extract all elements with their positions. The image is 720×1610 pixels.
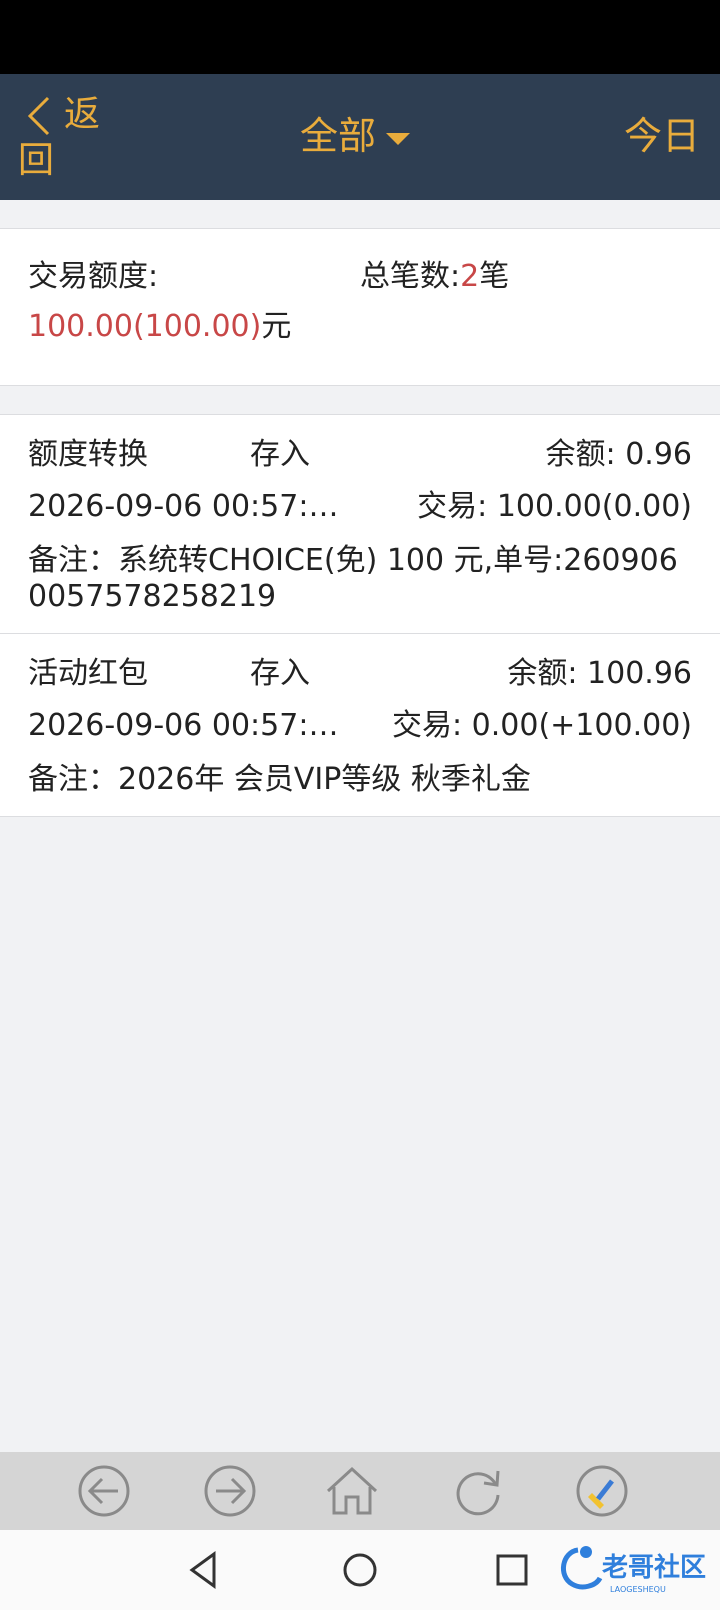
summary-panel: 交易额度: 100.00(100.00)元 总笔数:2笔 xyxy=(0,228,720,386)
count-value: 2 xyxy=(460,259,480,294)
record-note: 备注：系统转CHOICE(免) 100 元,单号:260906005757825… xyxy=(28,543,678,614)
refresh-icon[interactable] xyxy=(450,1463,506,1519)
record-note: 备注：2026年 会员VIP等级 秋季礼金 xyxy=(28,762,531,797)
amount-value: 100.00(100.00) xyxy=(28,309,262,344)
count-label: 总笔数: xyxy=(360,259,461,294)
brush-icon[interactable] xyxy=(574,1463,630,1519)
watermark-subtext: LAOGESHEQU xyxy=(610,1585,666,1594)
home-icon[interactable] xyxy=(324,1463,380,1519)
record-type: 活动红包 xyxy=(28,656,148,691)
filter-label: 全部 xyxy=(300,114,377,158)
count-line: 总笔数:2笔 xyxy=(360,257,509,297)
nav-home-icon[interactable] xyxy=(334,1544,386,1596)
status-bar xyxy=(0,0,720,74)
amount-unit: 元 xyxy=(261,309,292,344)
system-nav-bar: 老哥社区 LAOGESHEQU xyxy=(0,1530,720,1610)
amount-value-line: 100.00(100.00)元 xyxy=(28,307,291,347)
record-time: 2026-09-06 00:57:… xyxy=(28,489,339,524)
transaction-list: 额度转换 存入 余额: 0.96 2026-09-06 00:57:… 交易: … xyxy=(0,414,720,817)
record-trade: 交易: 100.00(0.00) xyxy=(417,489,692,524)
today-button[interactable]: 今日 xyxy=(624,108,700,164)
record-balance: 余额: 100.96 xyxy=(507,656,692,691)
caret-down-icon xyxy=(386,133,411,145)
amount-label: 交易额度: xyxy=(28,259,159,294)
watermark-logo: 老哥社区 LAOGESHEQU xyxy=(561,1546,706,1594)
nav-recents-icon[interactable] xyxy=(486,1544,538,1596)
back-button[interactable]: 返回 xyxy=(18,92,118,188)
back-arrow-icon[interactable] xyxy=(76,1463,132,1519)
filter-dropdown[interactable]: 全部 xyxy=(300,108,411,164)
browser-toolbar xyxy=(0,1452,720,1530)
count-unit: 笔 xyxy=(479,259,510,294)
record-time: 2026-09-06 00:57:… xyxy=(28,708,339,743)
top-navbar: 返回 全部 今日 xyxy=(0,74,720,200)
forward-arrow-icon[interactable] xyxy=(202,1463,258,1519)
record-type: 额度转换 xyxy=(28,437,148,472)
list-item[interactable]: 活动红包 存入 余额: 100.96 2026-09-06 00:57:… 交易… xyxy=(0,634,720,817)
record-direction: 存入 xyxy=(250,437,310,472)
nav-back-icon[interactable] xyxy=(180,1544,232,1596)
record-direction: 存入 xyxy=(250,656,310,691)
record-balance: 余额: 0.96 xyxy=(545,437,692,472)
list-item[interactable]: 额度转换 存入 余额: 0.96 2026-09-06 00:57:… 交易: … xyxy=(0,415,720,634)
watermark-text: 老哥社区 xyxy=(602,1552,706,1583)
back-label: 返回 xyxy=(18,94,101,181)
record-trade: 交易: 0.00(+100.00) xyxy=(392,708,692,743)
